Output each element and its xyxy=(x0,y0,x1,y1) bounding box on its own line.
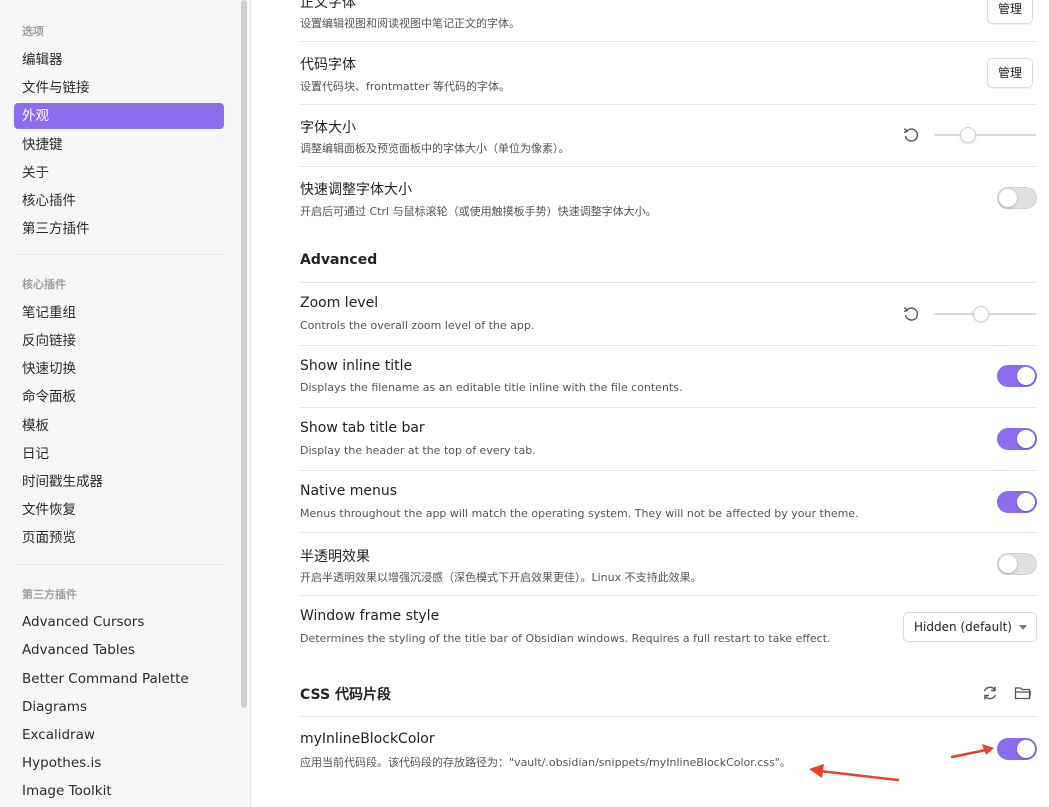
row-divider xyxy=(300,41,1037,42)
sidebar-item-files-links[interactable]: 文件与链接 xyxy=(14,75,224,101)
annotation-arrow-icon xyxy=(809,764,900,782)
section-heading-css-snippets: CSS 代码片段 xyxy=(300,687,391,703)
sidebar-item-quick-switcher[interactable]: 快速切换 xyxy=(14,356,224,382)
sidebar-divider xyxy=(14,564,224,565)
sidebar-item-appearance[interactable]: 外观 xyxy=(14,103,224,129)
setting-title-text-font: 正文字体 xyxy=(300,0,356,11)
toggle-knob xyxy=(999,189,1017,207)
setting-title-tab-title-bar: Show tab title bar xyxy=(300,420,425,436)
sidebar-item-daily-notes[interactable]: 日记 xyxy=(14,441,224,467)
sidebar-item-page-preview[interactable]: 页面预览 xyxy=(14,525,224,551)
manage-text-font-button[interactable]: 管理 xyxy=(987,0,1034,24)
sidebar-item-excalidraw[interactable]: Excalidraw xyxy=(14,722,224,748)
sidebar-item-better-command-palette[interactable]: Better Command Palette xyxy=(14,666,224,692)
row-divider xyxy=(300,470,1037,471)
setting-desc-translucent: 开启半透明效果以增强沉浸感（深色模式下开启效果更佳）。Linux 不支持此效果。 xyxy=(300,571,702,584)
sidebar-item-editor[interactable]: 编辑器 xyxy=(14,47,224,73)
row-divider xyxy=(300,595,1037,596)
setting-title-code-font: 代码字体 xyxy=(300,57,356,73)
sidebar-item-unique-note[interactable]: 时间戳生成器 xyxy=(14,469,224,495)
snippet-toggle[interactable] xyxy=(997,738,1037,760)
reload-icon[interactable] xyxy=(981,684,999,702)
sidebar-item-core-plugins[interactable]: 核心插件 xyxy=(14,188,224,214)
translucent-toggle[interactable] xyxy=(997,553,1037,575)
row-divider xyxy=(300,166,1037,167)
setting-desc-zoom-level: Controls the overall zoom level of the a… xyxy=(300,319,535,332)
sidebar-heading-third-party: 第三方插件 xyxy=(22,588,77,601)
zoom-level-slider[interactable] xyxy=(934,306,1036,322)
setting-title-native-menus: Native menus xyxy=(300,483,398,499)
sidebar-scrollbar[interactable] xyxy=(238,0,251,807)
toggle-knob xyxy=(1017,367,1035,385)
inline-title-toggle[interactable] xyxy=(997,365,1037,387)
row-divider xyxy=(300,407,1037,408)
reset-icon[interactable] xyxy=(902,305,920,323)
sidebar-item-file-recovery[interactable]: 文件恢复 xyxy=(14,497,224,523)
native-menus-toggle[interactable] xyxy=(997,491,1037,513)
setting-title-window-frame-style: Window frame style xyxy=(300,608,440,624)
setting-title-zoom-level: Zoom level xyxy=(300,295,379,311)
setting-desc-text-font: 设置编辑视图和阅读视图中笔记正文的字体。 xyxy=(300,17,520,30)
setting-desc-code-font: 设置代码块、frontmatter 等代码的字体。 xyxy=(300,80,511,93)
toggle-knob xyxy=(1017,740,1035,758)
setting-desc-quick-font-size: 开启后可通过 Ctrl 与鼠标滚轮（或使用触摸板手势）快速调整字体大小。 xyxy=(300,205,657,218)
setting-title-quick-font-size: 快速调整字体大小 xyxy=(300,182,412,198)
sidebar-item-diagrams[interactable]: Diagrams xyxy=(14,694,224,720)
sidebar-item-note-composer[interactable]: 笔记重组 xyxy=(14,300,224,326)
sidebar-item-image-toolkit[interactable]: Image Toolkit xyxy=(14,778,224,804)
slider-thumb[interactable] xyxy=(960,127,976,143)
setting-title-inline-title: Show inline title xyxy=(300,358,413,374)
setting-desc-snippet: 应用当前代码段。该代码段的存放路径为："vault/.obsidian/snip… xyxy=(300,756,791,769)
manage-code-font-button[interactable]: 管理 xyxy=(987,58,1034,88)
sidebar-item-backlinks[interactable]: 反向链接 xyxy=(14,328,224,354)
setting-title-translucent: 半透明效果 xyxy=(300,549,370,565)
toggle-knob xyxy=(999,555,1017,573)
window-frame-style-dropdown[interactable]: Hidden (default) xyxy=(903,612,1037,642)
sidebar-divider xyxy=(14,254,224,255)
sidebar-item-hypothesis[interactable]: Hypothes.is xyxy=(14,750,224,776)
slider-thumb[interactable] xyxy=(973,306,989,322)
slider-track xyxy=(934,134,1036,136)
quick-font-size-toggle[interactable] xyxy=(997,187,1037,209)
sidebar-item-command-palette[interactable]: 命令面板 xyxy=(14,384,224,410)
setting-title-snippet: myInlineBlockColor xyxy=(300,731,435,747)
folder-icon[interactable] xyxy=(1014,684,1032,702)
reset-icon[interactable] xyxy=(902,126,920,144)
setting-desc-inline-title: Displays the filename as an editable tit… xyxy=(300,381,683,394)
chevron-down-icon xyxy=(1018,625,1027,630)
setting-desc-window-frame-style: Determines the styling of the title bar … xyxy=(300,632,831,645)
row-divider xyxy=(300,716,1037,717)
settings-sidebar: 选项 编辑器 文件与链接 外观 快捷键 关于 核心插件 第三方插件 核心插件 笔… xyxy=(0,0,238,807)
setting-title-font-size: 字体大小 xyxy=(300,120,356,136)
row-divider xyxy=(300,532,1037,533)
dropdown-selected-value: Hidden (default) xyxy=(914,620,1012,634)
annotation-arrow-icon xyxy=(950,744,994,759)
toggle-knob xyxy=(1017,493,1035,511)
sidebar-item-advanced-cursors[interactable]: Advanced Cursors xyxy=(14,609,224,635)
sidebar-heading-options: 选项 xyxy=(22,25,44,38)
sidebar-heading-core: 核心插件 xyxy=(22,278,66,291)
sidebar-item-about[interactable]: 关于 xyxy=(14,160,224,186)
sidebar-item-advanced-tables[interactable]: Advanced Tables xyxy=(14,637,224,663)
sidebar-scrollbar-thumb[interactable] xyxy=(241,0,247,708)
sidebar-item-hotkeys[interactable]: 快捷键 xyxy=(14,132,224,158)
font-size-slider[interactable] xyxy=(934,127,1036,143)
row-divider xyxy=(300,104,1037,105)
toggle-knob xyxy=(1017,430,1035,448)
tab-title-bar-toggle[interactable] xyxy=(997,428,1037,450)
sidebar-item-community-plugins[interactable]: 第三方插件 xyxy=(14,216,224,242)
setting-desc-font-size: 调整编辑面板及预览面板中的字体大小（单位为像素）。 xyxy=(300,142,570,155)
row-divider xyxy=(300,282,1037,283)
sidebar-item-templates[interactable]: 模板 xyxy=(14,413,224,439)
section-heading-advanced: Advanced xyxy=(300,252,378,268)
row-divider xyxy=(300,345,1037,346)
setting-desc-native-menus: Menus throughout the app will match the … xyxy=(300,507,859,520)
setting-desc-tab-title-bar: Display the header at the top of every t… xyxy=(300,444,536,457)
